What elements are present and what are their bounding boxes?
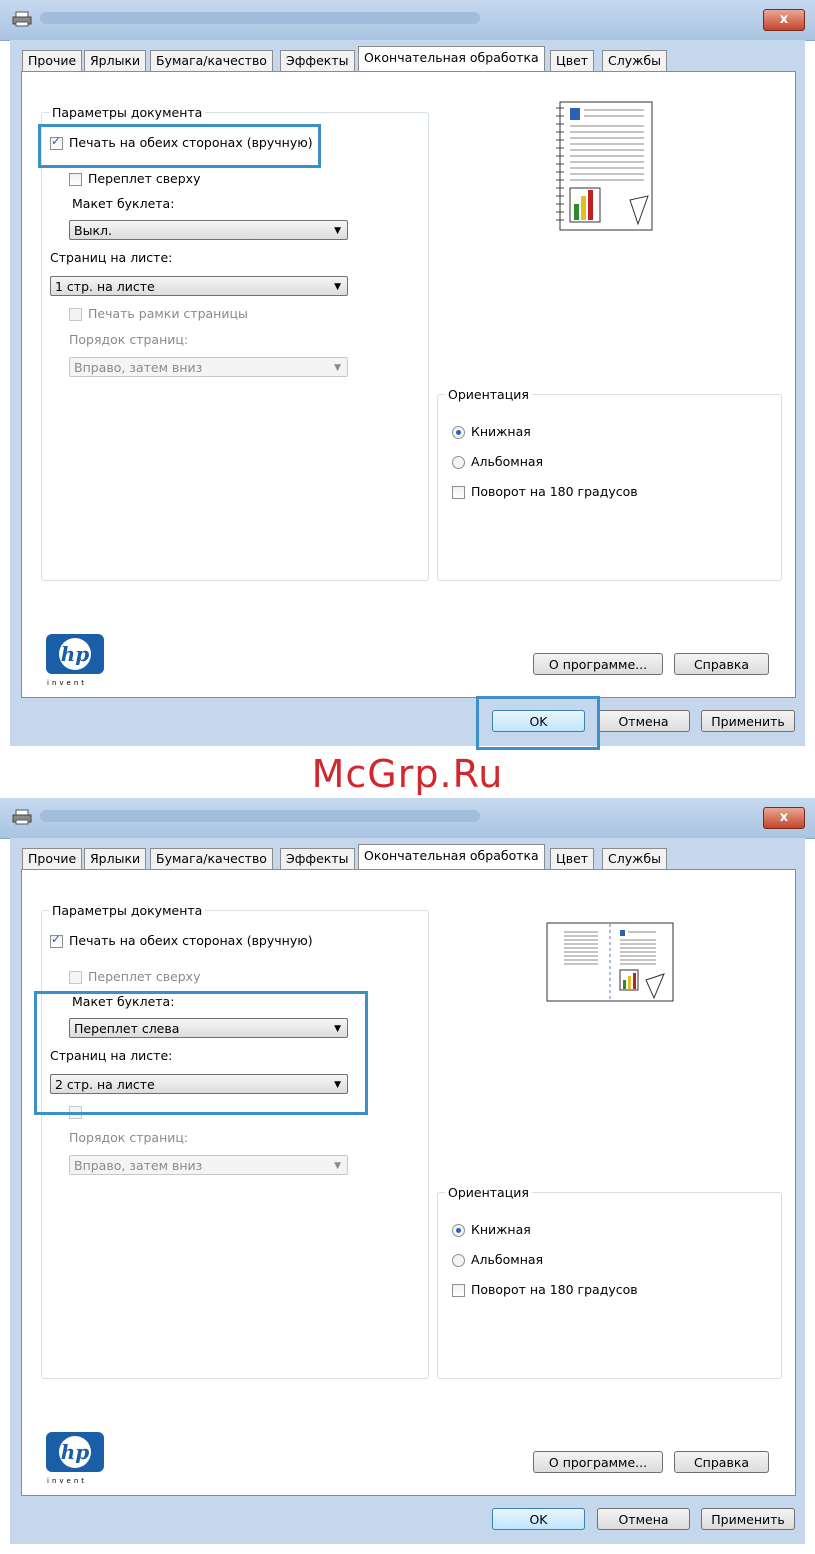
hp-logo: hp bbox=[46, 634, 104, 674]
flip-top-checkbox[interactable] bbox=[69, 173, 82, 186]
close-button[interactable]: x bbox=[763, 9, 805, 31]
portrait-label: Книжная bbox=[471, 424, 531, 439]
document-options-label: Параметры документа bbox=[49, 105, 206, 120]
page-order-select[interactable]: Вправо, затем вниз ▼ bbox=[69, 357, 348, 377]
window-title-blurred bbox=[40, 12, 480, 24]
about-button[interactable]: О программе... bbox=[533, 1451, 663, 1473]
watermark-text: McGrp.Ru bbox=[311, 752, 504, 796]
portrait-label: Книжная bbox=[471, 1222, 531, 1237]
landscape-radio[interactable] bbox=[452, 1254, 465, 1267]
printer-icon bbox=[12, 809, 32, 825]
tab-shortcuts[interactable]: Ярлыки bbox=[84, 50, 147, 71]
duplex-label: Печать на обеих сторонах (вручную) bbox=[69, 933, 313, 948]
flip-top-label: Переплет сверху bbox=[88, 969, 201, 984]
page-order-label: Порядок страниц: bbox=[69, 1130, 189, 1145]
tab-services[interactable]: Службы bbox=[602, 848, 667, 869]
document-options-label: Параметры документа bbox=[49, 903, 206, 918]
landscape-radio[interactable] bbox=[452, 456, 465, 469]
apply-button[interactable]: Применить bbox=[701, 710, 795, 732]
printer-settings-dialog-1: x Прочие Ярлыки Бумага/качество Эффекты … bbox=[0, 0, 815, 756]
print-borders-checkbox[interactable] bbox=[69, 308, 82, 321]
page-order-value: Вправо, затем вниз bbox=[74, 360, 203, 375]
booklet-label: Макет буклета: bbox=[72, 196, 175, 211]
highlight-booklet-layout bbox=[34, 991, 368, 1115]
landscape-label: Альбомная bbox=[471, 454, 544, 469]
page-preview-image bbox=[546, 922, 674, 1002]
about-button[interactable]: О программе... bbox=[533, 653, 663, 675]
pages-per-sheet-select[interactable]: 1 стр. на листе ▼ bbox=[50, 276, 348, 296]
print-borders-label: Печать рамки страницы bbox=[88, 306, 248, 321]
rotate-label: Поворот на 180 градусов bbox=[471, 1282, 638, 1297]
cancel-button[interactable]: Отмена bbox=[597, 1508, 690, 1530]
title-bar: x bbox=[0, 798, 815, 839]
help-button[interactable]: Справка bbox=[674, 653, 769, 675]
orientation-label: Ориентация bbox=[445, 1185, 532, 1200]
tab-color[interactable]: Цвет bbox=[550, 50, 595, 71]
rotate-label: Поворот на 180 градусов bbox=[471, 484, 638, 499]
printer-settings-dialog-2: x Прочие Ярлыки Бумага/качество Эффекты … bbox=[0, 798, 815, 1554]
tab-other[interactable]: Прочие bbox=[22, 50, 83, 71]
booklet-value: Выкл. bbox=[74, 223, 112, 238]
apply-button[interactable]: Применить bbox=[701, 1508, 795, 1530]
tab-paper-quality[interactable]: Бумага/качество bbox=[150, 848, 273, 869]
page-order-label: Порядок страниц: bbox=[69, 332, 189, 347]
pages-per-sheet-value: 1 стр. на листе bbox=[55, 279, 155, 294]
svg-text:hp: hp bbox=[61, 642, 90, 666]
tab-paper-quality[interactable]: Бумага/качество bbox=[150, 50, 273, 71]
printer-icon bbox=[12, 11, 32, 27]
help-button[interactable]: Справка bbox=[674, 1451, 769, 1473]
highlight-duplex bbox=[38, 124, 321, 168]
page-preview-image bbox=[556, 101, 653, 231]
window-title-blurred bbox=[40, 810, 480, 822]
title-bar: x bbox=[0, 0, 815, 41]
tab-panel: Параметры документа Печать на обеих стор… bbox=[21, 869, 796, 1496]
duplex-checkbox[interactable] bbox=[50, 932, 63, 948]
portrait-radio[interactable] bbox=[452, 1224, 465, 1237]
rotate-checkbox[interactable] bbox=[452, 1284, 465, 1297]
hp-logo: hp bbox=[46, 1432, 104, 1472]
rotate-checkbox[interactable] bbox=[452, 486, 465, 499]
highlight-ok bbox=[476, 696, 600, 750]
tab-shortcuts[interactable]: Ярлыки bbox=[84, 848, 147, 869]
close-button[interactable]: x bbox=[763, 807, 805, 829]
chevron-down-icon: ▼ bbox=[334, 363, 341, 373]
landscape-label: Альбомная bbox=[471, 1252, 544, 1267]
booklet-select[interactable]: Выкл. ▼ bbox=[69, 220, 348, 240]
tab-effects[interactable]: Эффекты bbox=[280, 50, 355, 71]
page-order-value: Вправо, затем вниз bbox=[74, 1158, 203, 1173]
portrait-radio[interactable] bbox=[452, 426, 465, 439]
tab-services[interactable]: Службы bbox=[602, 50, 667, 71]
cancel-button[interactable]: Отмена bbox=[597, 710, 690, 732]
orientation-label: Ориентация bbox=[445, 387, 532, 402]
tab-other[interactable]: Прочие bbox=[22, 848, 83, 869]
chevron-down-icon: ▼ bbox=[334, 282, 341, 292]
flip-top-label: Переплет сверху bbox=[88, 171, 201, 186]
chevron-down-icon: ▼ bbox=[334, 1161, 341, 1171]
hp-invent-text: invent bbox=[47, 1477, 88, 1485]
tab-finishing[interactable]: Окончательная обработка bbox=[358, 46, 545, 71]
tab-color[interactable]: Цвет bbox=[550, 848, 595, 869]
ok-button[interactable]: OK bbox=[492, 1508, 585, 1530]
tab-effects[interactable]: Эффекты bbox=[280, 848, 355, 869]
chevron-down-icon: ▼ bbox=[334, 226, 341, 236]
flip-top-checkbox[interactable] bbox=[69, 971, 82, 984]
pages-per-sheet-label: Страниц на листе: bbox=[50, 250, 173, 265]
page-order-select[interactable]: Вправо, затем вниз ▼ bbox=[69, 1155, 348, 1175]
svg-text:hp: hp bbox=[61, 1440, 90, 1464]
hp-invent-text: invent bbox=[47, 679, 88, 687]
tab-finishing[interactable]: Окончательная обработка bbox=[358, 844, 545, 869]
